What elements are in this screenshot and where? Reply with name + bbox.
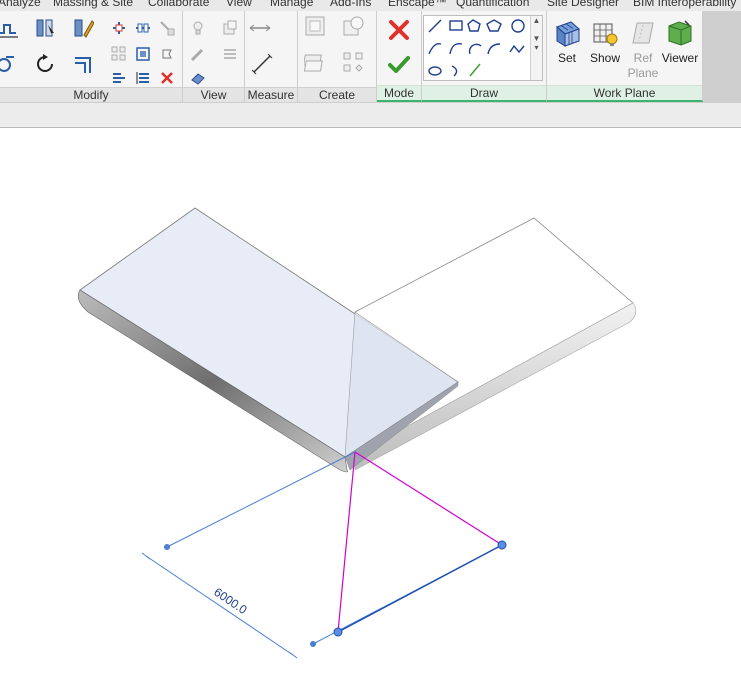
- work-plane-panel-label: Work Plane: [547, 85, 702, 100]
- finish-edit-mode-icon[interactable]: [388, 53, 410, 75]
- override-graphics-icon[interactable]: [187, 67, 209, 89]
- modify-panel-label: Modify: [0, 87, 182, 102]
- drawing-canvas[interactable]: 6000.0: [0, 128, 741, 695]
- move-icon[interactable]: [108, 17, 130, 39]
- line-weights-icon[interactable]: [219, 43, 241, 65]
- draw-panel-label: Draw: [422, 85, 546, 100]
- options-bar: [0, 103, 741, 128]
- rotate-icon[interactable]: [34, 53, 56, 75]
- ribbon-overflow: [703, 11, 741, 102]
- create-panel-label: Create: [298, 87, 376, 102]
- mode-panel: Mode: [377, 11, 422, 102]
- delete-icon[interactable]: [156, 67, 178, 89]
- mode-panel-label: Mode: [377, 85, 421, 100]
- paint-icon[interactable]: [72, 17, 94, 39]
- tab-quantification[interactable]: Quantification: [456, 0, 529, 9]
- tab-view[interactable]: View: [226, 0, 252, 9]
- create-assembly-icon[interactable]: [342, 51, 364, 73]
- tab-bim-interoperability[interactable]: BIM Interoperability T: [633, 0, 741, 9]
- draw-panel: ▲ ▼ ▾ Draw: [422, 11, 547, 102]
- create-parts-icon[interactable]: [304, 51, 326, 73]
- hide-bulb-icon[interactable]: [187, 17, 209, 39]
- show-work-plane-button[interactable]: Show: [586, 15, 624, 87]
- mirror-icon[interactable]: [132, 67, 154, 89]
- temp-hide-icon[interactable]: [219, 17, 241, 39]
- viewer-button[interactable]: Viewer: [660, 15, 700, 87]
- scale-icon[interactable]: [132, 43, 154, 65]
- create-similar-icon[interactable]: [342, 15, 364, 37]
- set-work-plane-button[interactable]: Set: [548, 15, 586, 87]
- aligned-dimension-icon[interactable]: [251, 53, 273, 75]
- create-panel: Create: [298, 11, 377, 102]
- unpin-icon[interactable]: [108, 67, 130, 89]
- linework-icon[interactable]: [187, 43, 209, 65]
- set-grid-icon: [556, 21, 580, 47]
- view-panel: View: [183, 11, 245, 102]
- work-plane-panel: Set Show Ref Plane Viewer Work Plane: [547, 11, 703, 102]
- split-element-icon[interactable]: [34, 17, 56, 39]
- dimension-grip[interactable]: [164, 544, 170, 550]
- measure-panel: Measure: [245, 11, 298, 102]
- gallery-scrollbar[interactable]: ▲ ▼ ▾: [530, 16, 542, 80]
- modify-panel: Modify: [0, 11, 183, 102]
- tab-analyze[interactable]: Analyze: [0, 0, 41, 9]
- view-panel-label: View: [183, 87, 244, 102]
- tab-enscape[interactable]: Enscape™: [388, 0, 447, 9]
- tab-add-ins[interactable]: Add-Ins: [330, 0, 371, 9]
- trim-extend-icon[interactable]: [72, 53, 94, 75]
- draw-tools-gallery: ▲ ▼ ▾: [423, 15, 543, 81]
- tab-site-designer[interactable]: Site Designer: [547, 0, 619, 9]
- tab-manage[interactable]: Manage: [270, 0, 313, 9]
- ribbon-tabs: Analyze Massing & Site Collaborate View …: [0, 0, 741, 11]
- ribbon: Modify View Measure Create Mode ▲ ▼ ▾ Dr…: [0, 11, 741, 103]
- show-label: Show: [589, 51, 621, 65]
- dimension-grip[interactable]: [310, 641, 316, 647]
- measure-panel-label: Measure: [245, 87, 297, 102]
- ref-plane-label-line1: Ref: [633, 51, 653, 65]
- draw-tools-icons: [428, 19, 525, 77]
- tab-collaborate[interactable]: Collaborate: [148, 0, 209, 9]
- viewer-icon: [668, 20, 692, 46]
- copy-icon[interactable]: [132, 17, 154, 39]
- show-grid-icon: [593, 23, 618, 46]
- endpoint-grip[interactable]: [497, 540, 507, 550]
- ref-plane-icon: [632, 22, 654, 44]
- set-label: Set: [557, 51, 576, 65]
- pin-icon[interactable]: [156, 43, 178, 65]
- delete-disabled-icon[interactable]: [156, 17, 178, 39]
- cancel-edit-mode-icon[interactable]: [388, 19, 410, 41]
- align-icon[interactable]: [0, 19, 18, 41]
- create-group-icon[interactable]: [304, 15, 326, 37]
- dimension-value[interactable]: 6000.0: [211, 585, 250, 617]
- ref-plane-button[interactable]: Ref Plane: [624, 15, 662, 87]
- endpoint-grip[interactable]: [333, 627, 343, 637]
- offset-icon[interactable]: [0, 53, 18, 75]
- tab-massing-site[interactable]: Massing & Site: [53, 0, 133, 9]
- model-view[interactable]: 6000.0: [0, 128, 741, 695]
- sketch-boundary-lines[interactable]: [337, 451, 503, 633]
- viewer-label: Viewer: [661, 51, 699, 65]
- ref-plane-label-line2: Plane: [627, 66, 659, 80]
- measure-between-icon[interactable]: [249, 17, 271, 39]
- dimension-lines: [141, 451, 503, 659]
- array-disabled-icon[interactable]: [108, 43, 130, 65]
